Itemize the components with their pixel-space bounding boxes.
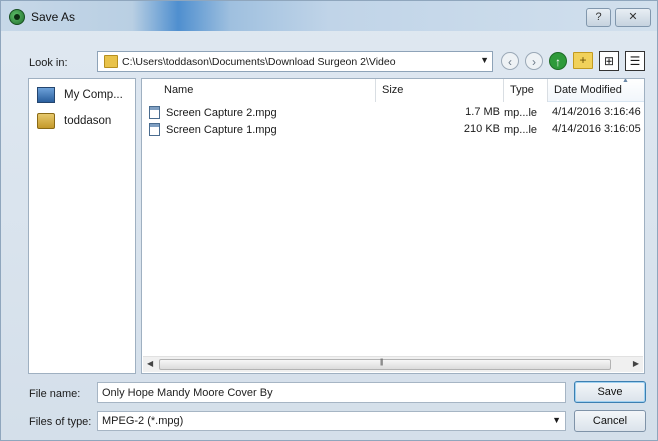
sidebar-item-toddason[interactable]: toddason	[37, 111, 111, 131]
help-button[interactable]: ?	[586, 8, 611, 27]
file-type-label: Files of type:	[29, 416, 92, 428]
file-type-select[interactable]: MPEG-2 (*.mpg) ▼	[97, 411, 566, 431]
chevron-down-icon: ▼	[480, 55, 489, 65]
video-file-icon	[149, 123, 160, 136]
folder-icon	[104, 55, 118, 68]
horizontal-scrollbar[interactable]: ◀ ||| ▶	[143, 356, 643, 372]
look-in-dropdown[interactable]: C:\Users\toddason\Documents\Download Sur…	[97, 51, 493, 72]
file-size: 1.7 MB	[465, 106, 500, 118]
scroll-left-icon[interactable]: ◀	[147, 359, 153, 368]
places-sidebar: My Comp... toddason	[28, 78, 136, 374]
table-row[interactable]: Screen Capture 1.mpg 210 KB mp...le 4/14…	[142, 122, 644, 139]
video-file-icon	[149, 106, 160, 119]
user-folder-icon	[37, 113, 55, 129]
save-as-dialog: Save As ? ✕ Look in: C:\Users\toddason\D…	[0, 0, 658, 441]
scroll-right-icon[interactable]: ▶	[633, 359, 639, 368]
app-icon	[9, 9, 25, 25]
file-name: Screen Capture 2.mpg	[166, 107, 277, 119]
file-date: 4/14/2016 3:16:05	[552, 123, 641, 135]
column-header-type[interactable]: Type	[504, 79, 548, 102]
table-row[interactable]: Screen Capture 2.mpg 1.7 MB mp...le 4/14…	[142, 105, 644, 122]
column-header-name[interactable]: Name	[158, 79, 376, 102]
grip-icon: |||	[380, 359, 384, 366]
close-button[interactable]: ✕	[615, 8, 651, 27]
file-type: mp...le	[504, 107, 538, 119]
sidebar-item-label: toddason	[64, 115, 112, 127]
sidebar-item-label: My Comp...	[64, 89, 123, 101]
column-header-date-modified[interactable]: Date Modified	[548, 79, 644, 102]
list-view-button[interactable]: ☰	[625, 51, 645, 71]
chevron-down-icon: ▼	[552, 415, 561, 425]
sidebar-item-my-computer[interactable]: My Comp...	[37, 85, 123, 105]
file-size: 210 KB	[463, 123, 500, 135]
file-name: Screen Capture 1.mpg	[166, 124, 277, 136]
cancel-button[interactable]: Cancel	[574, 410, 646, 432]
title-bar[interactable]: Save As ? ✕	[1, 1, 657, 31]
back-button[interactable]: ‹	[501, 52, 519, 70]
look-in-path: C:\Users\toddason\Documents\Download Sur…	[122, 56, 396, 68]
save-button[interactable]: Save	[574, 381, 646, 403]
scrollbar-thumb[interactable]: |||	[159, 359, 611, 370]
detail-view-button[interactable]: ⊞	[599, 51, 619, 71]
file-type: mp...le	[504, 124, 538, 136]
file-date: 4/14/2016 3:16:46	[552, 106, 641, 118]
sort-ascending-icon: ▲	[622, 78, 629, 84]
file-type-value: MPEG-2 (*.mpg)	[102, 415, 184, 427]
new-folder-button[interactable]: +	[573, 52, 593, 69]
up-folder-button[interactable]: ↑	[549, 52, 567, 70]
look-in-label: Look in:	[29, 57, 68, 69]
computer-icon	[37, 87, 55, 103]
column-header-size[interactable]: Size	[376, 79, 504, 102]
forward-button[interactable]: ›	[525, 52, 543, 70]
file-list: Name Size Type Date Modified ▲ Screen Ca…	[141, 78, 645, 374]
window-title: Save As	[31, 10, 76, 24]
file-name-label: File name:	[29, 388, 81, 400]
file-name-input[interactable]	[97, 382, 566, 403]
